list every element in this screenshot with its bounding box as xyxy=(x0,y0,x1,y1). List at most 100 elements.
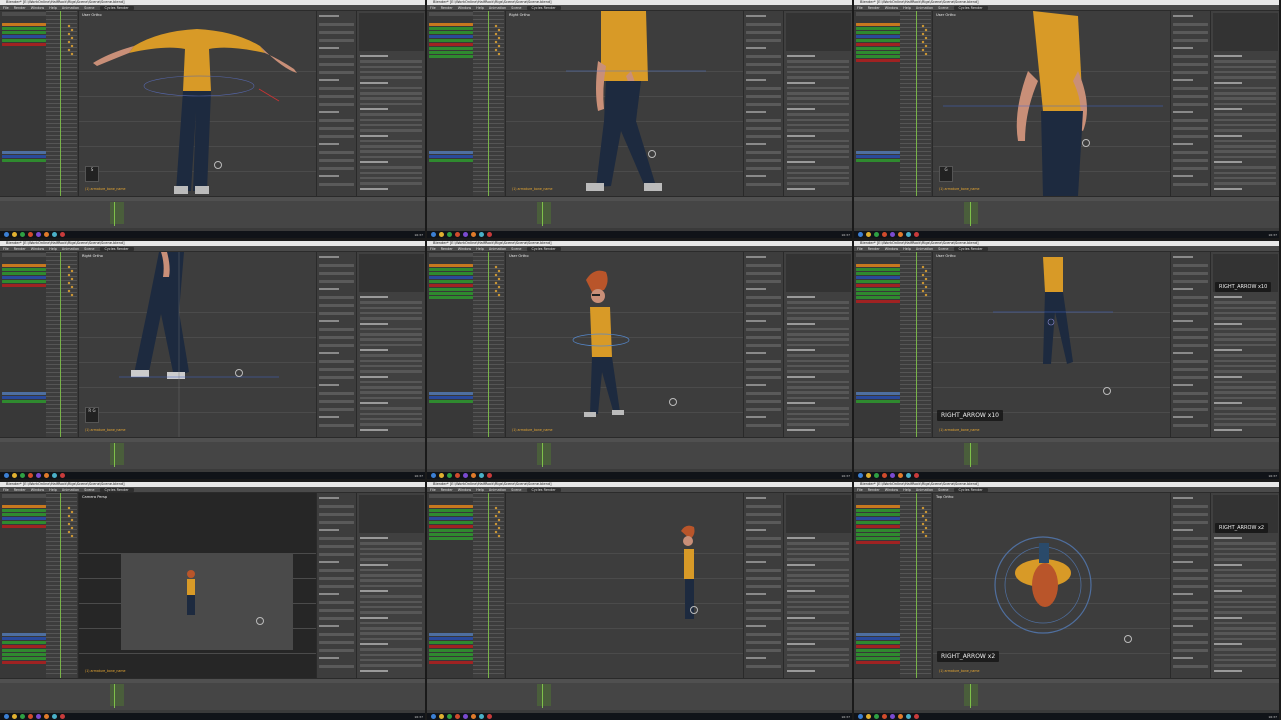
property-field[interactable] xyxy=(1214,301,1276,304)
property-field[interactable] xyxy=(360,118,422,122)
timeline[interactable] xyxy=(0,437,425,473)
number-field[interactable] xyxy=(746,617,781,620)
taskbar-app-icon[interactable] xyxy=(906,473,911,478)
property-field[interactable] xyxy=(1214,123,1276,127)
channel-row[interactable] xyxy=(429,529,473,533)
property-field[interactable] xyxy=(787,637,849,641)
taskbar-app-icon[interactable] xyxy=(4,473,9,478)
channel-row[interactable] xyxy=(856,51,900,55)
property-field[interactable] xyxy=(360,364,422,368)
property-field[interactable] xyxy=(360,574,422,577)
channel-row[interactable] xyxy=(2,521,46,525)
property-field[interactable] xyxy=(1214,86,1276,90)
number-field[interactable] xyxy=(746,368,781,371)
channel-row[interactable] xyxy=(856,27,900,31)
menu-item[interactable]: File xyxy=(857,488,863,492)
taskbar-app-icon[interactable] xyxy=(455,232,460,237)
menu-item[interactable]: Scene xyxy=(511,488,521,492)
property-field[interactable] xyxy=(787,568,849,572)
timeline-playhead[interactable] xyxy=(114,202,115,226)
menu-item[interactable]: Animation xyxy=(489,247,506,251)
taskbar-app-icon[interactable] xyxy=(20,473,25,478)
timeline[interactable] xyxy=(854,678,1279,714)
taskbar-app-icon[interactable] xyxy=(866,473,871,478)
channel-row[interactable] xyxy=(429,39,473,43)
menu-item[interactable]: Window xyxy=(458,488,471,492)
channel-row[interactable] xyxy=(429,505,473,509)
taskbar-app-icon[interactable] xyxy=(866,714,871,719)
property-field[interactable] xyxy=(1214,621,1276,625)
number-field[interactable] xyxy=(1173,183,1208,186)
number-field[interactable] xyxy=(746,665,781,668)
channel-row[interactable] xyxy=(429,272,473,276)
number-field[interactable] xyxy=(746,23,781,26)
property-field[interactable] xyxy=(787,627,849,630)
number-field[interactable] xyxy=(1173,577,1208,580)
number-field[interactable] xyxy=(746,360,781,363)
property-field[interactable] xyxy=(1214,407,1276,410)
number-field[interactable] xyxy=(1173,505,1208,508)
property-field[interactable] xyxy=(360,552,422,556)
property-field[interactable] xyxy=(360,648,422,651)
channel-row[interactable] xyxy=(856,300,900,304)
number-field[interactable] xyxy=(1173,87,1208,90)
number-field[interactable] xyxy=(1173,424,1208,427)
taskbar-app-icon[interactable] xyxy=(890,232,895,237)
3d-viewport[interactable]: User Ortho (1) armature_bone_name S xyxy=(79,11,316,196)
menu-item[interactable]: Scene xyxy=(84,247,94,251)
property-field[interactable] xyxy=(787,658,849,662)
menu-item[interactable]: File xyxy=(857,247,863,251)
taskbar-app-icon[interactable] xyxy=(858,473,863,478)
menu-item[interactable]: Animation xyxy=(62,488,79,492)
number-field[interactable] xyxy=(319,513,354,516)
number-field[interactable] xyxy=(746,424,781,427)
menu-item[interactable]: Render xyxy=(868,488,880,492)
taskbar-app-icon[interactable] xyxy=(866,232,871,237)
menu-item[interactable]: Animation xyxy=(489,488,506,492)
channel-row[interactable] xyxy=(856,396,900,400)
3d-viewport[interactable] xyxy=(506,493,743,678)
property-field[interactable] xyxy=(360,150,422,153)
property-field[interactable] xyxy=(1214,396,1276,400)
number-field[interactable] xyxy=(746,336,781,339)
channel-row[interactable] xyxy=(856,637,900,641)
number-field[interactable] xyxy=(1173,135,1208,138)
keyframe-area[interactable] xyxy=(473,493,504,678)
channel-row[interactable] xyxy=(856,533,900,537)
property-field[interactable] xyxy=(1214,547,1276,551)
menu-item[interactable]: Window xyxy=(885,6,898,10)
keyframe-area[interactable] xyxy=(473,11,504,196)
taskbar-app-icon[interactable] xyxy=(20,232,25,237)
property-field[interactable] xyxy=(360,407,422,410)
property-field[interactable] xyxy=(1214,632,1276,635)
channel-row[interactable] xyxy=(429,284,473,288)
channel-row[interactable] xyxy=(2,155,46,159)
number-field[interactable] xyxy=(1173,103,1208,106)
property-field[interactable] xyxy=(360,301,422,304)
menu-item[interactable]: Animation xyxy=(916,6,933,10)
render-engine-select[interactable]: Cycles Render xyxy=(99,246,134,251)
number-field[interactable] xyxy=(746,641,781,644)
channel-row[interactable] xyxy=(2,661,46,665)
number-field[interactable] xyxy=(746,55,781,58)
channel-row[interactable] xyxy=(2,272,46,276)
number-field[interactable] xyxy=(319,31,354,34)
property-field[interactable] xyxy=(360,584,422,588)
current-frame-line[interactable] xyxy=(488,11,489,196)
property-field[interactable] xyxy=(787,327,849,331)
channel-row[interactable] xyxy=(2,509,46,513)
property-field[interactable] xyxy=(1214,327,1276,331)
property-field[interactable] xyxy=(360,123,422,127)
channel-row[interactable] xyxy=(2,23,46,27)
channel-row[interactable] xyxy=(2,35,46,39)
property-field[interactable] xyxy=(360,632,422,635)
property-field[interactable] xyxy=(787,364,849,368)
number-field[interactable] xyxy=(746,344,781,347)
number-field[interactable] xyxy=(1173,312,1208,315)
number-field[interactable] xyxy=(746,601,781,604)
property-field[interactable] xyxy=(1214,380,1276,384)
taskbar-app-icon[interactable] xyxy=(28,232,33,237)
render-engine-select[interactable]: Cycles Render xyxy=(526,5,561,10)
number-field[interactable] xyxy=(1173,55,1208,58)
channel-row[interactable] xyxy=(856,657,900,661)
